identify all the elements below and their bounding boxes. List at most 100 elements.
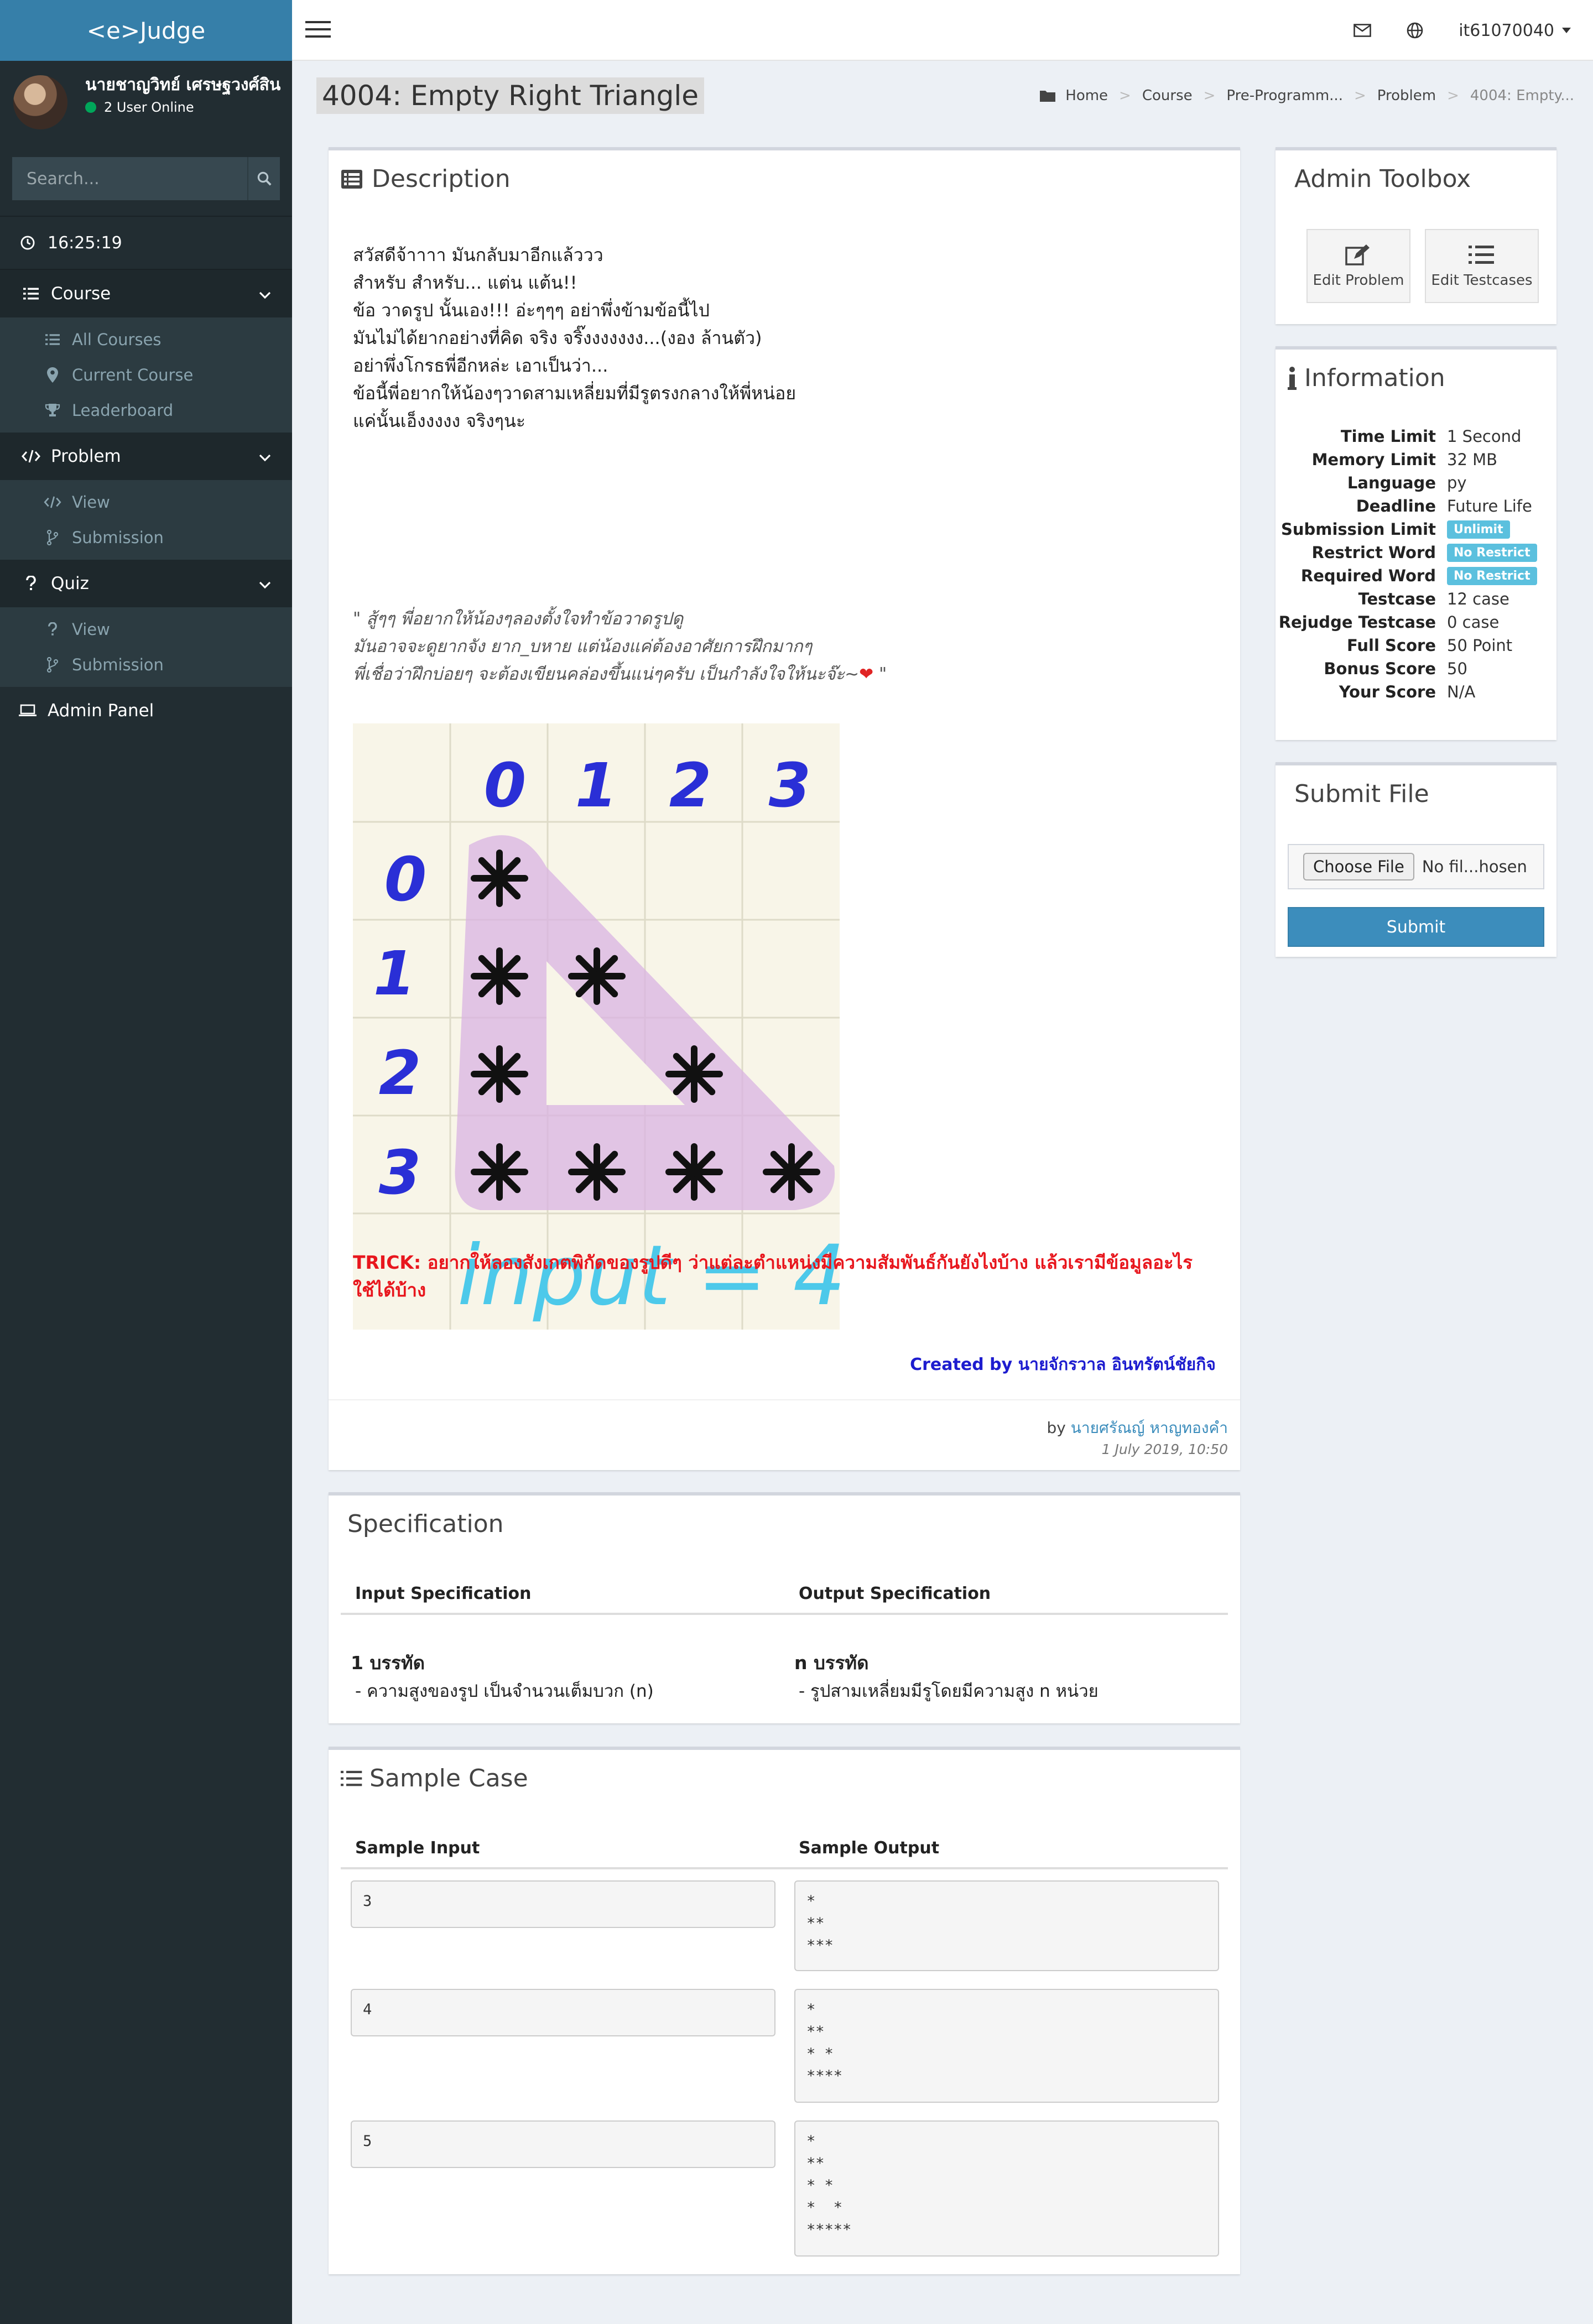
info-deadline: Deadline Future Life <box>1276 494 1556 518</box>
sample-output-1[interactable]: * ** *** <box>794 1880 1219 1971</box>
edit-problem-button[interactable]: Edit Problem <box>1306 229 1410 303</box>
trick-text: TRICK: อยากให้ลองสังเกตพิกัดของรูปดีๆ ว่… <box>353 1252 1193 1301</box>
breadcrumb-problem[interactable]: Problem <box>1377 87 1436 104</box>
sidebar-item-quiz-view[interactable]: View <box>0 612 292 647</box>
description-box: Description สวัสดีจ้าาาา มันกลับมาอีกแล้… <box>329 147 1240 1470</box>
info-value: py <box>1447 473 1467 492</box>
sidebar-item-admin-panel[interactable]: Admin Panel <box>0 687 292 734</box>
code-branch-icon <box>46 657 59 673</box>
illustration-col-label: 1 <box>575 750 618 821</box>
info-label: Required Word <box>1300 566 1436 585</box>
author-link[interactable]: นายศรัณญ์ หาญทองคำ <box>1071 1419 1228 1437</box>
info-bonus-score: Bonus Score 50 <box>1276 657 1556 680</box>
sidebar-item-course[interactable]: Course <box>0 270 292 317</box>
user-menu[interactable]: it61070040 <box>1459 21 1571 40</box>
info-memory-limit: Memory Limit 32 MB <box>1276 448 1556 471</box>
asterisk-mark <box>568 1143 626 1201</box>
submit-file-title: Submit File <box>1294 780 1429 808</box>
sidebar-item-label: All Courses <box>72 330 162 349</box>
list-icon <box>45 334 60 345</box>
info-label: Submission Limit <box>1280 520 1436 539</box>
messages-button[interactable] <box>1353 24 1372 37</box>
sidebar-item-problem-view[interactable]: View <box>0 484 292 520</box>
info-language: Language py <box>1276 471 1556 494</box>
app-logo[interactable]: <e>Judge <box>0 0 292 61</box>
info-value: Future Life <box>1447 497 1532 515</box>
sidebar-search <box>12 157 280 200</box>
file-input[interactable]: Choose File No fil...hosen <box>1288 844 1544 889</box>
envelope-icon <box>1353 24 1372 37</box>
asterisk-mark <box>471 1045 528 1103</box>
username: it61070040 <box>1459 20 1554 40</box>
info-label: Restrict Word <box>1311 543 1436 562</box>
top-navbar: it61070040 <box>292 0 1593 61</box>
list-icon <box>23 288 39 300</box>
question-icon <box>48 622 57 635</box>
asterisk-mark <box>568 947 626 1005</box>
breadcrumb-course[interactable]: Course <box>1142 87 1193 104</box>
sidebar-item-current-course[interactable]: Current Course <box>0 357 292 393</box>
sidebar-item-label: Submission <box>72 528 164 547</box>
status-badge: No Restrict <box>1447 566 1537 585</box>
output-spec-header: Output Specification <box>799 1584 991 1603</box>
sample-output-3[interactable]: * ** * * * * ***** <box>794 2120 1219 2257</box>
language-button[interactable] <box>1407 22 1423 39</box>
sidebar-item-label: Current Course <box>72 366 194 384</box>
sample-input-1[interactable]: 3 <box>351 1880 775 1928</box>
online-dot-icon <box>85 102 96 113</box>
sidebar-item-problem-submission[interactable]: Submission <box>0 520 292 555</box>
search-button[interactable] <box>247 157 280 200</box>
description-line: แค่นั้นเอ็งงงงง จริงๆนะ <box>353 410 526 431</box>
input-spec-title: 1 บรรทัด <box>351 1652 425 1674</box>
sample-input-3[interactable]: 5 <box>351 2120 775 2168</box>
code-icon <box>44 496 61 508</box>
asterisk-mark <box>471 1143 528 1201</box>
sidebar-item-leaderboard[interactable]: Leaderboard <box>0 393 292 428</box>
breadcrumb-course-name[interactable]: Pre-Programm... <box>1226 87 1343 104</box>
sample-case-box: Sample Case Sample Input Sample Output 3… <box>329 1747 1240 2274</box>
info-value: 50 Point <box>1447 636 1513 655</box>
edit-testcases-button[interactable]: Edit Testcases <box>1425 229 1539 303</box>
file-name: No fil...hosen <box>1422 857 1527 876</box>
avatar <box>13 75 67 129</box>
asterisk-mark <box>763 1143 820 1201</box>
map-marker-icon <box>47 367 58 383</box>
info-your-score: Your Score N/A <box>1276 680 1556 704</box>
illustration-row-label: 0 <box>384 844 427 915</box>
folder-icon <box>1040 91 1056 102</box>
search-icon <box>257 171 272 186</box>
question-icon <box>26 576 36 590</box>
illustration-svg: 0 1 2 3 0 1 2 3 input = 4 <box>353 723 846 1330</box>
chevron-down-icon <box>259 581 271 589</box>
sidebar-toggle-button[interactable] <box>305 20 331 41</box>
search-input[interactable] <box>12 157 247 200</box>
submit-button[interactable]: Submit <box>1288 907 1544 947</box>
illustration-row-label: 2 <box>379 1038 421 1108</box>
edit-problem-label: Edit Problem <box>1313 272 1404 289</box>
sample-case-title-text: Sample Case <box>369 1764 528 1792</box>
info-label: Rejudge Testcase <box>1278 613 1436 632</box>
sidebar-item-problem[interactable]: Problem <box>0 433 292 480</box>
sample-input-header: Sample Input <box>355 1838 480 1858</box>
breadcrumb-home[interactable]: Home <box>1065 87 1108 104</box>
sidebar-item-all-courses[interactable]: All Courses <box>0 322 292 357</box>
sidebar-item-quiz[interactable]: Quiz <box>0 560 292 607</box>
info-time-limit: Time Limit 1 Second <box>1276 425 1556 448</box>
asterisk-mark <box>665 1143 723 1201</box>
sample-input-2[interactable]: 4 <box>351 1989 775 2036</box>
sidebar-item-quiz-submission[interactable]: Submission <box>0 647 292 682</box>
description-footer: by นายศรัณญ์ หาญทองคำ 1 July 2019, 10:50 <box>329 1399 1240 1473</box>
online-status: 2 User Online <box>85 100 284 115</box>
description-line: อย่าพึ่งโกรธพี่อีกหล่ะ เอาเป็นว่า... <box>353 355 608 376</box>
choose-file-button[interactable]: Choose File <box>1303 853 1414 880</box>
output-spec: n บรรทัด - รูปสามเหลี่ยมมีรูโดยมีความสูง… <box>794 1649 1099 1705</box>
illustration-col-label: 3 <box>769 750 811 821</box>
info-required-word: Required Word No Restrict <box>1276 564 1556 587</box>
laptop-icon <box>19 704 37 716</box>
sample-output-2[interactable]: * ** * * **** <box>794 1989 1219 2103</box>
created-by: Created by นายจักรวาล อินทรัตน์ชัยกิจ <box>910 1355 1216 1374</box>
clock-time: 16:25:19 <box>48 233 122 253</box>
breadcrumb: Home > Course > Pre-Programm... > Proble… <box>1040 87 1574 104</box>
info-value: 0 case <box>1447 613 1500 632</box>
information-title: Information <box>1288 364 1445 392</box>
